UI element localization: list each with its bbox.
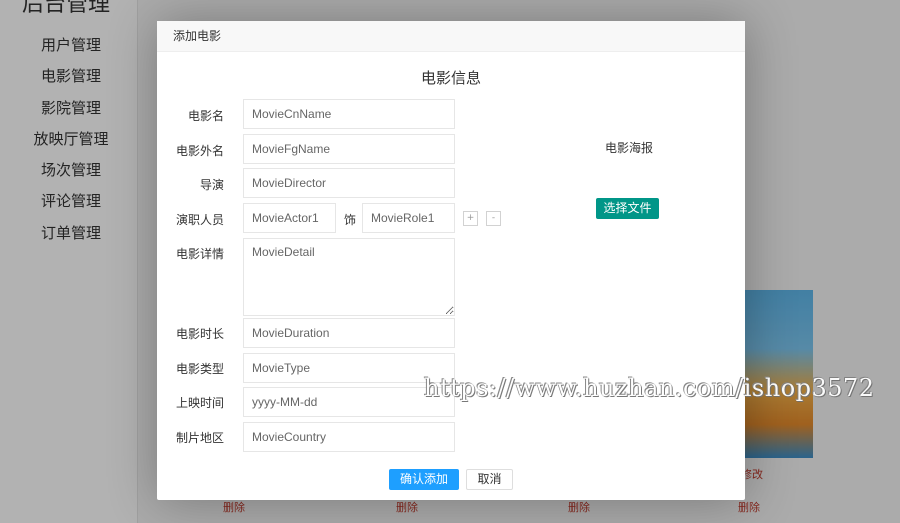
country-label: 制片地区 [175,431,224,445]
director-input[interactable] [243,168,455,198]
role-input[interactable] [362,203,455,233]
dialog-header: 添加电影 [157,21,745,52]
confirm-add-button[interactable]: 确认添加 [389,469,459,490]
form-title: 电影信息 [420,69,481,87]
type-label: 电影类型 [175,362,224,376]
plays-as-label: 饰 [344,213,357,227]
actor-input[interactable] [243,203,336,233]
detail-label: 电影详情 [175,247,224,261]
type-input[interactable] [243,353,455,383]
cn-name-input[interactable] [243,99,455,129]
add-actor-button[interactable]: + [463,211,478,226]
fg-name-input[interactable] [243,134,455,164]
director-label: 导演 [199,178,224,192]
poster-label: 电影海报 [605,141,654,155]
duration-input[interactable] [243,318,455,348]
dialog-title: 添加电影 [173,29,222,43]
fg-name-label: 电影外名 [175,144,224,158]
cn-name-label: 电影名 [187,109,224,123]
choose-file-button[interactable]: 选择文件 [596,198,659,219]
actor-label: 演职人员 [175,213,224,227]
duration-label: 电影时长 [175,327,224,341]
cancel-button[interactable]: 取消 [466,469,513,490]
detail-textarea[interactable] [243,238,455,316]
country-input[interactable] [243,422,455,452]
release-date-label: 上映时间 [175,396,224,410]
release-date-input[interactable] [243,387,455,417]
add-movie-dialog: 添加电影 电影信息 电影名 电影外名 导演 演职人员 饰 + - 电影详情 电影… [157,21,745,500]
remove-actor-button[interactable]: - [486,211,501,226]
